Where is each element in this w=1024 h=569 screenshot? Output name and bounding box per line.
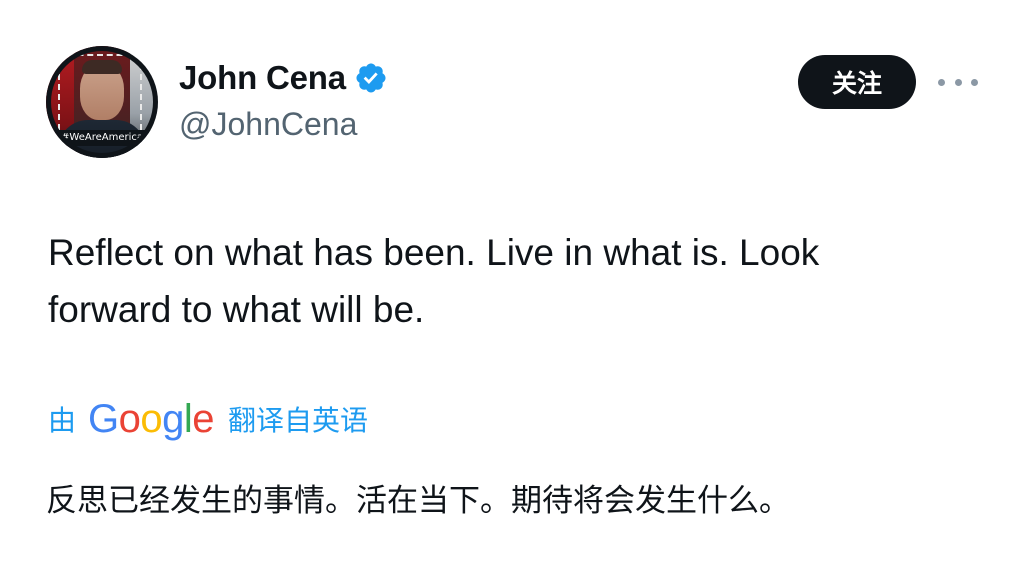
translation-attribution[interactable]: 由 Google 翻译自英语 [48,393,368,445]
google-logo: Google [88,397,215,441]
verified-badge-icon [356,63,386,93]
translated-text: 反思已经发生的事情。活在当下。期待将会发生什么。 [46,483,790,519]
more-dot [971,78,978,86]
more-dot [954,78,962,86]
author-avatar[interactable]: #WeAreAmerica [46,46,158,158]
tweet-text: Reflect on what has been. Live in what i… [48,224,978,338]
tweet-header: #WeAreAmerica John Cena @JohnCena 关注 [46,46,978,162]
more-options-icon[interactable] [938,68,978,96]
display-name-row: John Cena [179,56,388,100]
author-names: John Cena @JohnCena [179,56,388,143]
translated-from-label: 翻译自英语 [228,404,369,437]
tweet-card: #WeAreAmerica John Cena @JohnCena 关注 Ref… [0,0,1024,569]
author-display-name[interactable]: John Cena [179,59,346,97]
author-handle[interactable]: @JohnCena [179,106,388,143]
tweet-text-line: Reflect on what has been. Live in what i… [48,232,820,273]
more-dot [938,78,945,86]
translated-by-label: 由 [48,404,77,437]
tweet-text-line: forward to what will be. [48,289,425,330]
avatar-ring [46,46,158,158]
follow-button[interactable]: 关注 [798,55,916,109]
